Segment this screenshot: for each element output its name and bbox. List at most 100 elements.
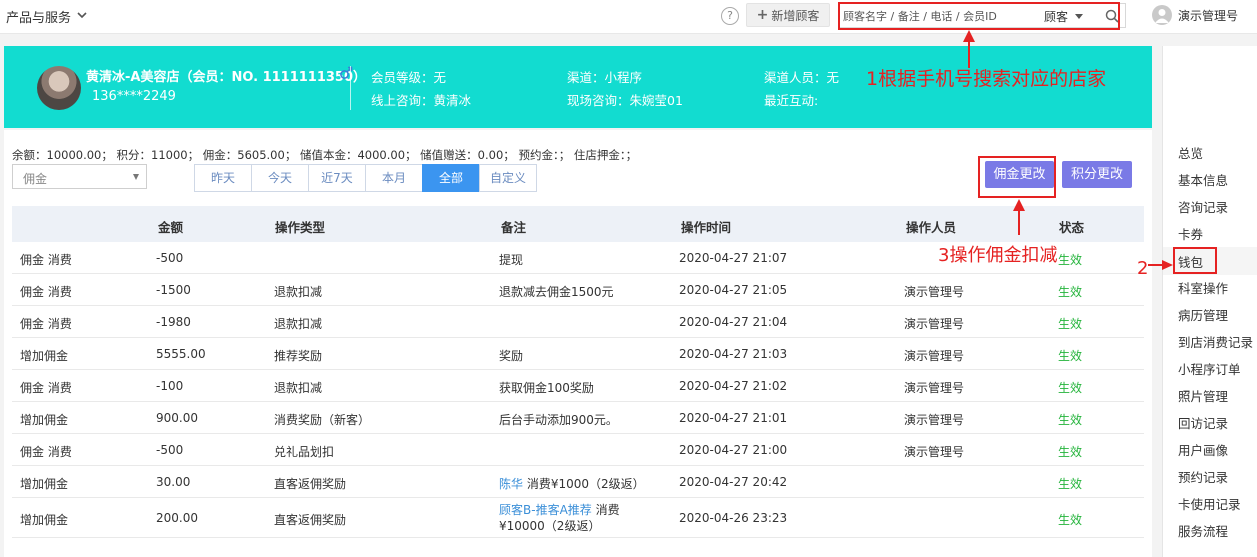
- sidebar-item-user-profile[interactable]: 用户画像: [1178, 440, 1228, 459]
- table-row: 佣金 消费 -1500 退款扣减 退款减去佣金1500元 2020-04-27 …: [12, 274, 1144, 306]
- table-row: 增加佣金 5555.00 推荐奖励 奖励 2020-04-27 21:03 演示…: [12, 338, 1144, 370]
- sidebar-item-photo-management[interactable]: 照片管理: [1178, 386, 1228, 405]
- cell-op: 直客返佣奖励: [274, 477, 347, 491]
- user-avatar[interactable]: [1152, 5, 1172, 25]
- cell-note: 奖励: [499, 349, 524, 363]
- caret-down-icon: [133, 174, 139, 180]
- annotation-step1: 1根据手机号搜索对应的店家: [866, 68, 1107, 90]
- cell-type: 增加佣金: [20, 413, 69, 427]
- cell-note: 陈华 消费¥1000（2级返）: [499, 475, 645, 492]
- note-text: 消费¥1000（2级返）: [523, 477, 645, 491]
- annotation-arrow-up: [1013, 199, 1025, 235]
- cell-amount: 200.00: [156, 511, 198, 525]
- online-consultant: 线上咨询：黄清冰: [371, 93, 472, 108]
- sidebar-item-followup-records[interactable]: 回访记录: [1178, 413, 1228, 432]
- tab-today[interactable]: 今天: [251, 164, 309, 192]
- header-amount: 金额: [158, 220, 184, 235]
- member-name: 黄清冰-A美容店（会员：NO. 1111111350）: [86, 70, 367, 85]
- sidebar-item-appointments[interactable]: 预约记录: [1178, 467, 1228, 486]
- onsite-consultant: 现场咨询：朱婉莹01: [567, 93, 683, 108]
- date-range-tabs: 昨天 今天 近7天 本月 全部 自定义: [194, 164, 537, 192]
- cell-time: 2020-04-27 20:42: [679, 475, 788, 489]
- cell-status: 生效: [1058, 513, 1083, 527]
- cell-op: 退款扣减: [274, 317, 323, 331]
- cell-time: 2020-04-27 21:03: [679, 347, 788, 361]
- cell-note: 顾客B-推客A推荐 消费 ¥10000（2级返）: [499, 502, 649, 534]
- tab-custom[interactable]: 自定义: [479, 164, 537, 192]
- table-row: 增加佣金 900.00 消费奖励（新客） 后台手动添加900元。 2020-04…: [12, 402, 1144, 434]
- referrer-link[interactable]: 顾客B-推客A推荐: [499, 503, 592, 517]
- member-phone: 136****2249: [92, 89, 176, 104]
- header-operation-time: 操作时间: [681, 220, 732, 235]
- cell-type: 佣金 消费: [20, 253, 72, 267]
- sidebar-item-card-usage[interactable]: 卡使用记录: [1178, 494, 1241, 513]
- cell-status: 生效: [1058, 477, 1083, 491]
- table-header: 金额 操作类型 备注 操作时间 操作人员 状态: [12, 206, 1144, 242]
- help-icon[interactable]: ?: [721, 7, 739, 25]
- table-row: 佣金 消费 -100 退款扣减 获取佣金100奖励 2020-04-27 21:…: [12, 370, 1144, 402]
- cell-amount: 5555.00: [156, 347, 206, 361]
- header-operator: 操作人员: [906, 220, 957, 235]
- cell-type: 佣金 消费: [20, 317, 72, 331]
- cell-staff: 演示管理号: [904, 381, 965, 395]
- annotation-step2: 2: [1137, 258, 1149, 279]
- sidebar-item-miniapp-orders[interactable]: 小程序订单: [1178, 359, 1241, 378]
- cell-type: 增加佣金: [20, 349, 69, 363]
- annotation-arrow-right: [1148, 260, 1173, 270]
- sidebar-item-medical-records[interactable]: 病历管理: [1178, 305, 1228, 324]
- cell-type: 佣金 消费: [20, 285, 72, 299]
- cell-type: 增加佣金: [20, 477, 69, 491]
- products-services-menu[interactable]: 产品与服务: [6, 7, 71, 26]
- cell-status: 生效: [1058, 349, 1083, 363]
- table-row: 增加佣金 30.00 直客返佣奖励 陈华 消费¥1000（2级返） 2020-0…: [12, 466, 1144, 498]
- sidebar-item-consult-records[interactable]: 咨询记录: [1178, 197, 1228, 216]
- cell-op: 消费奖励（新客）: [274, 413, 371, 427]
- tab-all[interactable]: 全部: [422, 164, 480, 192]
- sidebar-item-service-flow[interactable]: 服务流程: [1178, 521, 1228, 540]
- cell-amount: -1980: [156, 315, 191, 329]
- cell-status: 生效: [1058, 317, 1083, 331]
- sidebar-item-department-ops[interactable]: 科室操作: [1178, 278, 1228, 297]
- annotation-box-search: [838, 2, 1120, 30]
- cell-amount: -500: [156, 443, 184, 457]
- wallet-type-select[interactable]: 佣金: [12, 164, 147, 189]
- sidebar-item-basic-info[interactable]: 基本信息: [1178, 170, 1228, 189]
- cell-staff: 演示管理号: [904, 349, 965, 363]
- cell-time: 2020-04-27 21:02: [679, 379, 788, 393]
- recent-interaction: 最近互动:: [764, 93, 819, 108]
- cell-type: 佣金 消费: [20, 445, 72, 459]
- wallet-summary: 余额：10000.00； 积分：11000； 佣金：5605.00； 储值本金：…: [12, 148, 638, 162]
- customer-detail-sidebar: 总览 基本信息 咨询记录 卡券 钱包 科室操作 病历管理 到店消费记录 小程序订…: [1162, 46, 1257, 557]
- cell-note: 退款减去佣金1500元: [499, 285, 614, 299]
- add-customer-button[interactable]: + 新增顾客: [746, 3, 830, 27]
- sidebar-item-overview[interactable]: 总览: [1178, 143, 1203, 162]
- sidebar-item-coupons[interactable]: 卡券: [1178, 224, 1203, 243]
- cell-time: 2020-04-27 21:05: [679, 283, 788, 297]
- cell-note: 提现: [499, 253, 524, 267]
- chevron-down-icon[interactable]: [76, 9, 88, 21]
- cell-amount: -1500: [156, 283, 191, 297]
- tab-last-7-days[interactable]: 近7天: [308, 164, 366, 192]
- tab-this-month[interactable]: 本月: [365, 164, 423, 192]
- sidebar-item-store-consumption[interactable]: 到店消费记录: [1178, 332, 1253, 351]
- annotation-box-commission: [978, 156, 1056, 198]
- annotation-box-wallet: [1173, 247, 1217, 274]
- change-points-button[interactable]: 积分更改: [1062, 161, 1132, 188]
- user-name-menu[interactable]: 演示管理号: [1178, 7, 1238, 24]
- cell-op: 退款扣减: [274, 381, 323, 395]
- cell-op: 推荐奖励: [274, 349, 323, 363]
- cell-op: 退款扣减: [274, 285, 323, 299]
- cell-type: 佣金 消费: [20, 381, 72, 395]
- cell-time: 2020-04-27 21:04: [679, 315, 788, 329]
- cell-time: 2020-04-27 21:00: [679, 443, 788, 457]
- cell-staff: 演示管理号: [904, 317, 965, 331]
- table-row: 佣金 消费 -500 兑礼品划扣 2020-04-27 21:00 演示管理号 …: [12, 434, 1144, 466]
- referrer-link[interactable]: 陈华: [499, 477, 523, 491]
- cell-status: 生效: [1058, 253, 1083, 267]
- cell-staff: 演示管理号: [904, 285, 965, 299]
- channel: 渠道：小程序: [567, 70, 643, 85]
- banner-divider: [350, 66, 351, 110]
- cell-status: 生效: [1058, 413, 1083, 427]
- table-row: 佣金 消费 -1980 退款扣减 2020-04-27 21:04 演示管理号 …: [12, 306, 1144, 338]
- tab-yesterday[interactable]: 昨天: [194, 164, 252, 192]
